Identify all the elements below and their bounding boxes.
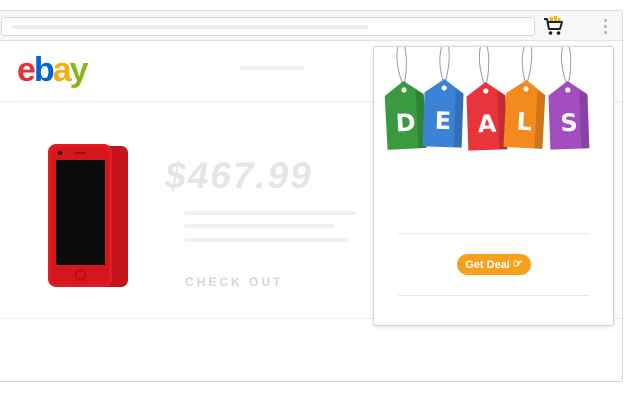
deal-tag: S — [548, 47, 590, 150]
extension-popup: DEALS Get Deal ☞ — [373, 46, 614, 326]
tag-string — [478, 47, 490, 89]
checkout-button[interactable]: CHECK OUT — [185, 275, 283, 289]
browser-toolbar — [0, 11, 622, 41]
popup-divider — [398, 233, 590, 234]
menu-dot — [603, 24, 607, 28]
logo-letter: a — [52, 51, 72, 89]
logo-letter: e — [17, 51, 36, 89]
vertical-dots-icon — [603, 18, 607, 22]
extension-cart-button[interactable] — [542, 15, 566, 37]
url-placeholder-line — [12, 25, 368, 29]
menu-dot — [603, 30, 607, 34]
deals-tags-banner: DEALS — [384, 47, 590, 151]
logo-letter: y — [69, 51, 89, 89]
price-placeholder-line — [184, 224, 334, 228]
browser-menu-button[interactable] — [600, 17, 610, 35]
address-bar[interactable] — [1, 17, 535, 36]
tag-string — [560, 47, 572, 88]
hand-pointer-icon: ☞ — [512, 258, 523, 270]
price-placeholder-line — [184, 211, 355, 215]
tag-letter: S — [560, 109, 578, 138]
shopping-cart-icon — [544, 16, 563, 35]
header-placeholder-line — [240, 66, 304, 70]
product-price: $467.99 — [165, 155, 313, 196]
deal-tag: D — [384, 47, 427, 150]
tag-letter: A — [477, 110, 497, 139]
get-deal-label: Get Deal — [465, 258, 510, 271]
popup-divider — [398, 295, 590, 296]
logo-letter: b — [33, 51, 55, 89]
price-placeholder-line — [184, 238, 348, 242]
red-smartphone-image[interactable] — [46, 143, 130, 289]
deal-tag: E — [422, 47, 464, 148]
get-deal-button[interactable]: Get Deal ☞ — [457, 254, 531, 275]
tag-letter: L — [516, 108, 533, 137]
ebay-logo[interactable]: ebay — [17, 51, 89, 89]
tag-letter: E — [434, 107, 451, 136]
tag-letter: D — [395, 108, 416, 137]
deal-tag: L — [503, 47, 546, 149]
tag-string — [396, 47, 407, 88]
deal-tag: A — [466, 47, 508, 151]
